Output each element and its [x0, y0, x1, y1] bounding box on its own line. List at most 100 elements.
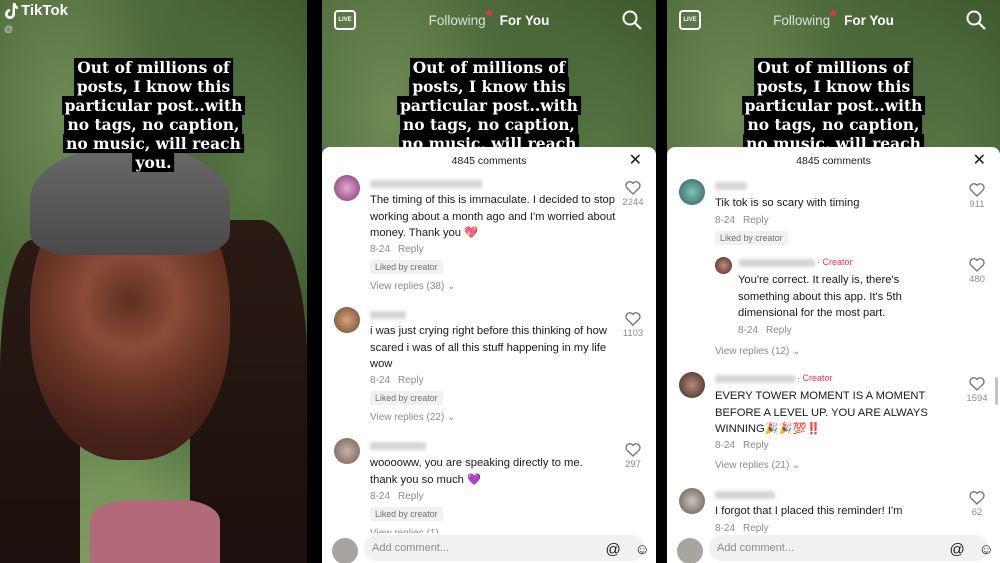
view-replies-label: View replies (21) [715, 460, 790, 471]
like-count: 480 [969, 274, 985, 285]
input-actions: @ ☺ [949, 541, 994, 558]
liked-by-creator-badge: Liked by creator [715, 231, 788, 245]
top-nav: Following For You [322, 8, 656, 32]
caption-line: Out of millions of [409, 58, 569, 77]
tab-following-label: Following [773, 12, 831, 28]
tiktok-wordmark: TikTok [21, 2, 68, 19]
comment-meta: 8-24 Reply [738, 325, 792, 336]
search-icon[interactable] [966, 10, 986, 30]
avatar[interactable] [334, 307, 360, 333]
caption-line: Out of millions of [74, 58, 233, 77]
emoji-icon[interactable]: ☺ [635, 541, 650, 558]
heart-icon [969, 491, 985, 505]
like-count: 1594 [966, 393, 988, 404]
view-replies-label: View replies (38) [370, 281, 445, 292]
close-icon[interactable]: ✕ [629, 147, 642, 175]
avatar[interactable] [334, 438, 360, 464]
like-button[interactable]: 1594 [964, 377, 990, 404]
tab-following[interactable]: Following [429, 9, 492, 28]
avatar[interactable] [334, 175, 360, 201]
close-icon[interactable]: ✕ [973, 147, 986, 175]
creator-tag: · Creator [797, 373, 833, 383]
like-button[interactable]: 62 [964, 491, 990, 518]
username-blurred[interactable] [370, 442, 426, 450]
scrollbar[interactable] [995, 377, 998, 405]
username-blurred[interactable] [739, 259, 815, 267]
caption-line: particular post..with [397, 96, 581, 115]
comment-date: 8-24 [715, 215, 736, 226]
comments-header: 4845 comments ✕ [322, 147, 656, 175]
reply-button[interactable]: Reply [743, 440, 769, 451]
avatar[interactable] [679, 488, 705, 514]
like-button[interactable]: 911 [964, 183, 990, 210]
username-blurred[interactable] [715, 491, 775, 499]
username-blurred[interactable] [370, 180, 482, 188]
reply-button[interactable]: Reply [398, 375, 424, 386]
comments-sheet: 4845 comments ✕ The timing of this is im… [322, 147, 656, 563]
comment-input[interactable]: Add comment... [709, 535, 988, 561]
comment-meta: 8-24 Reply [715, 215, 769, 226]
heart-icon [969, 258, 985, 272]
comment-meta: 8-24 Reply [715, 440, 769, 451]
heart-icon [969, 377, 985, 391]
username-blurred[interactable] [715, 375, 795, 383]
notification-dot [830, 9, 837, 16]
like-button[interactable]: 2244 [620, 181, 646, 208]
chevron-down-icon: ⌄ [447, 281, 456, 292]
liked-by-creator-badge: Liked by creator [370, 391, 443, 405]
tab-for-you[interactable]: For You [844, 13, 894, 28]
heart-icon [969, 183, 985, 197]
avatar[interactable] [715, 257, 732, 274]
tab-for-you[interactable]: For You [500, 13, 550, 28]
comment-text: You're correct. It really is, there's so… [738, 274, 902, 319]
caption-line: posts, I know this [73, 77, 234, 96]
emoji-icon[interactable]: ☺ [979, 541, 994, 558]
search-icon[interactable] [622, 10, 642, 30]
view-replies-button[interactable]: View replies (12) ⌄ [715, 346, 800, 357]
chevron-down-icon: ⌄ [447, 412, 456, 423]
reply-button[interactable]: Reply [398, 244, 424, 255]
view-replies-label: View replies (12) [715, 346, 790, 357]
screenshot-root: TikTok @ Out of millions of posts, I kno… [0, 0, 1000, 563]
comment-text: i was just crying right before this thin… [370, 325, 607, 370]
comments-header: 4845 comments ✕ [667, 147, 1000, 175]
mention-icon[interactable]: @ [949, 541, 964, 558]
mention-icon[interactable]: @ [605, 541, 620, 558]
comment-meta: 8-24 Reply [370, 244, 424, 255]
like-count: 911 [969, 199, 985, 210]
comment-date: 8-24 [370, 491, 391, 502]
comment-input-bar: Add comment... @ ☺ [322, 533, 656, 563]
comment-text: I forgot that I placed this reminder! I'… [715, 505, 903, 517]
username-watermark: @ [4, 24, 14, 34]
like-button[interactable]: 297 [620, 443, 646, 470]
comments-count: 4845 comments [451, 155, 527, 167]
caption-line: posts, I know this [409, 77, 569, 96]
like-button[interactable]: 480 [964, 258, 990, 285]
chevron-down-icon: ⌄ [792, 460, 801, 471]
comment-input[interactable]: Add comment... [364, 535, 644, 561]
caption-line: particular post..with [741, 96, 926, 115]
video-panel-1[interactable]: TikTok @ Out of millions of posts, I kno… [0, 0, 307, 563]
avatar [332, 538, 358, 563]
top-nav: Following For You [667, 8, 1000, 32]
comment-text: Tik tok is so scary with timing [715, 197, 860, 209]
username-blurred[interactable] [370, 311, 406, 319]
avatar[interactable] [679, 179, 705, 205]
reply-button[interactable]: Reply [398, 491, 424, 502]
comment-input-bar: Add comment... @ ☺ [667, 533, 1000, 563]
heart-icon [625, 312, 641, 326]
creator-tag: · Creator [817, 257, 853, 267]
comment-date: 8-24 [370, 244, 391, 255]
username-blurred[interactable] [715, 182, 747, 190]
comments-panel-2: LIVE Following For You Out of millions o… [322, 0, 656, 563]
view-replies-button[interactable]: View replies (21) ⌄ [715, 460, 800, 471]
like-button[interactable]: 1103 [620, 312, 646, 339]
view-replies-button[interactable]: View replies (22) ⌄ [370, 412, 455, 423]
avatar[interactable] [679, 372, 705, 398]
view-replies-button[interactable]: View replies (38) ⌄ [370, 281, 455, 292]
reply-button[interactable]: Reply [743, 215, 769, 226]
reply-button[interactable]: Reply [766, 325, 792, 336]
tab-following[interactable]: Following [773, 9, 837, 28]
view-replies-label: View replies (22) [370, 412, 445, 423]
caption-line: no tags, no caption, [64, 115, 243, 134]
